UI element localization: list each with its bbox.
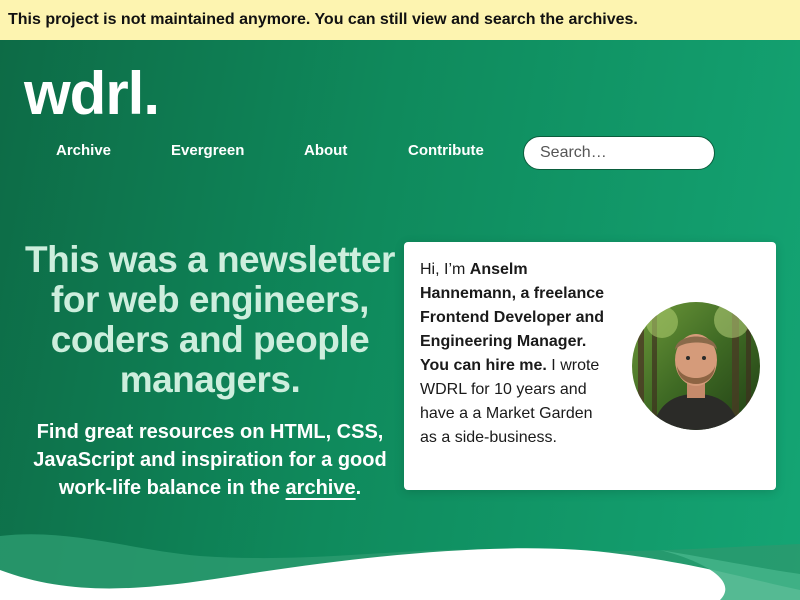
nav-link-archive[interactable]: Archive (56, 142, 111, 159)
portrait-photo-icon (632, 302, 760, 430)
nav-link-contribute[interactable]: Contribute (408, 142, 484, 159)
hero-subline: Find great resources on HTML, CSS, JavaS… (24, 418, 396, 502)
hero-headline: This was a newsletter for web engineers,… (25, 239, 395, 400)
site-logo[interactable]: wdrl. (24, 60, 160, 128)
decorative-waves (0, 534, 800, 600)
hero-section: wdrl. Archive Evergreen About Contribute… (0, 40, 800, 600)
author-bio-intro: Hi, I’m (420, 261, 470, 278)
author-avatar (632, 302, 760, 430)
deprecation-notice: This project is not maintained anymore. … (0, 0, 800, 40)
nav-link-about[interactable]: About (304, 142, 347, 159)
author-card: Hi, I’m Anselm Hannemann, a freelance Fr… (404, 242, 776, 490)
hero-subline-end: . (355, 477, 362, 499)
nav-link-evergreen[interactable]: Evergreen (171, 142, 244, 159)
search-input[interactable] (523, 136, 715, 170)
archive-link[interactable]: archive (286, 477, 356, 499)
main-nav: Archive Evergreen About Contribute (0, 136, 800, 176)
author-bio: Hi, I’m Anselm Hannemann, a freelance Fr… (420, 258, 610, 450)
